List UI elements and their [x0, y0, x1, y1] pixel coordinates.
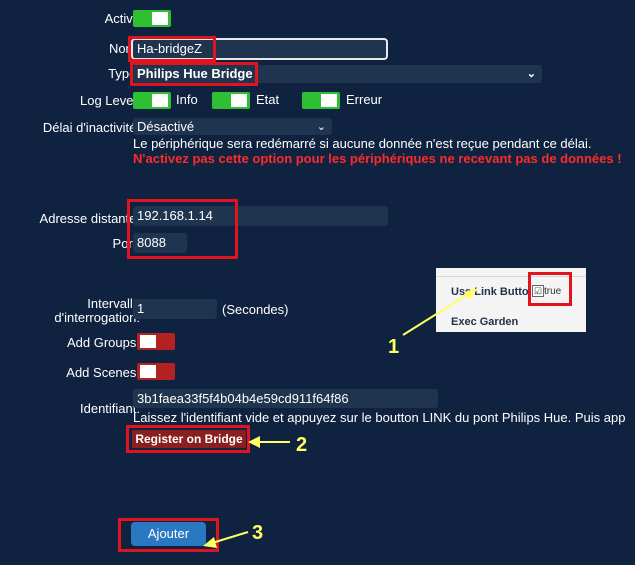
annotation-arrows	[203, 288, 478, 548]
arrow-1-line	[402, 292, 471, 336]
annotation-number-3: 3	[252, 522, 264, 544]
arrow-3-line	[211, 531, 249, 544]
arrow-3-head	[203, 537, 217, 548]
arrow-1-head	[464, 288, 478, 300]
annotation-number-2: 2	[296, 434, 308, 456]
annotation-number-1: 1	[388, 336, 400, 358]
arrow-2-head	[248, 436, 260, 448]
